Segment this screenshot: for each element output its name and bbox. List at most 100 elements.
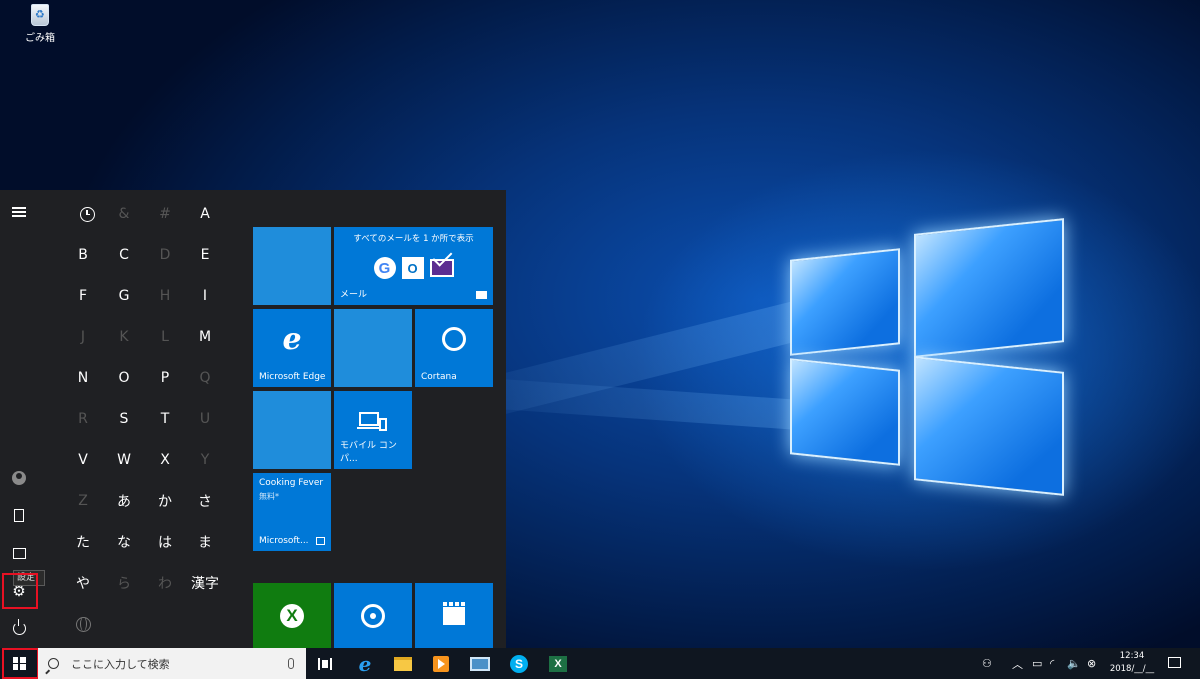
taskbar-search-box[interactable]: ここに入力して検索	[38, 648, 306, 679]
folder-icon	[394, 656, 412, 671]
task-view-button[interactable]	[306, 648, 344, 679]
letter-index-item: H	[159, 288, 171, 304]
cooking-tile-name: Cooking Fever	[259, 478, 324, 488]
envelope-icon	[429, 259, 454, 277]
tile-mail[interactable]: すべてのメールを 1 か所で表示 G O メール	[334, 227, 493, 305]
letter-index-item: R	[78, 411, 88, 427]
letter-index-item[interactable]: I	[185, 276, 225, 316]
google-icon: G	[373, 257, 396, 279]
taskbar-media-player[interactable]	[422, 648, 460, 679]
letter-index-item[interactable]: や	[63, 563, 103, 603]
clapperboard-icon	[443, 601, 465, 625]
taskbar-explorer[interactable]	[384, 648, 422, 679]
letter-index-item[interactable]: T	[145, 399, 185, 439]
mobile-tile-label: モバイル コンパ...	[340, 441, 397, 464]
pictures-button[interactable]	[0, 536, 38, 570]
letter-index-item[interactable]: F	[63, 276, 103, 316]
volume-icon: 🔈	[1067, 657, 1081, 670]
user-icon	[12, 471, 26, 485]
microphone-icon[interactable]	[288, 658, 294, 669]
account-button[interactable]	[0, 461, 38, 495]
show-hidden-icons[interactable]: ︿	[1012, 648, 1023, 679]
document-icon	[14, 508, 24, 522]
tile-blank-3[interactable]	[253, 391, 331, 469]
mail-tile-header: すべてのメールを 1 か所で表示	[353, 234, 474, 244]
tray-battery[interactable]: ▭	[1032, 648, 1042, 679]
search-placeholder: ここに入力して検索	[71, 657, 170, 671]
documents-button[interactable]	[0, 498, 38, 532]
letter-index-item: J	[80, 329, 86, 345]
letter-index-item: D	[159, 247, 171, 263]
taskbar-clock[interactable]: 12:34 2018/__/__	[1108, 650, 1156, 676]
media-player-icon	[433, 655, 449, 672]
letter-index-item[interactable]: A	[185, 194, 225, 234]
power-button[interactable]	[0, 611, 38, 645]
store-bag-icon	[316, 537, 325, 545]
letter-index-item[interactable]: か	[145, 481, 185, 521]
network-app-icon	[470, 656, 490, 671]
wifi-icon: ◜	[1050, 657, 1055, 670]
taskbar-skype[interactable]: S	[500, 648, 538, 679]
letter-index-item[interactable]: C	[104, 235, 144, 275]
expand-button[interactable]	[0, 195, 38, 229]
letter-index-item[interactable]: O	[104, 358, 144, 398]
picture-icon	[12, 547, 26, 559]
letter-index-item[interactable]: X	[145, 440, 185, 480]
action-center-icon[interactable]	[1168, 657, 1181, 668]
tile-mobile-companion[interactable]: モバイル コンパ...	[334, 391, 412, 469]
xbox-icon: X	[280, 603, 304, 628]
tile-cooking-fever[interactable]: Cooking Fever 無料* Microsoft...	[253, 473, 331, 551]
taskbar-excel[interactable]: X	[539, 648, 577, 679]
letter-index-item[interactable]: B	[63, 235, 103, 275]
letter-index-item[interactable]: ま	[185, 522, 225, 562]
letter-index-item: #	[159, 206, 171, 222]
tray-wifi[interactable]: ◜	[1050, 648, 1054, 679]
globe-icon	[75, 616, 91, 632]
power-icon	[12, 618, 26, 635]
cortana-icon	[442, 327, 466, 351]
letter-index-item[interactable]: は	[145, 522, 185, 562]
letter-index-item[interactable]: S	[104, 399, 144, 439]
tile-edge[interactable]: e Microsoft Edge	[253, 309, 331, 387]
recycle-bin-icon	[31, 4, 49, 26]
people-button[interactable]: ⚇	[982, 648, 992, 679]
tray-volume[interactable]: 🔈	[1067, 648, 1081, 679]
letter-index-item: Q	[199, 370, 211, 386]
tile-groove-music[interactable]	[334, 583, 412, 648]
clock-icon	[79, 206, 95, 222]
letter-index-item[interactable]: 漢字	[185, 563, 225, 603]
letter-index-item: L	[161, 329, 169, 345]
letter-globe[interactable]	[63, 604, 103, 644]
taskbar-ie[interactable]: e	[346, 648, 384, 679]
taskbar-network-app[interactable]	[461, 648, 499, 679]
letter-index-item[interactable]: M	[185, 317, 225, 357]
letter-index-item[interactable]: W	[104, 440, 144, 480]
letter-index-item: &	[118, 206, 130, 222]
start-menu: ⚙ 設定 & # A B C D E F G H I J K L M N O P Q R S T U V W X Y Z あかさたなはま…	[0, 190, 506, 648]
letter-index-item[interactable]: N	[63, 358, 103, 398]
tile-cortana[interactable]: Cortana	[415, 309, 493, 387]
cortana-tile-label: Cortana	[421, 372, 457, 382]
task-view-icon	[318, 657, 332, 670]
letter-index-item[interactable]: E	[185, 235, 225, 275]
clock-time: 12:34	[1119, 651, 1145, 661]
clock-date: 2018/__/__	[1109, 664, 1155, 674]
letter-index-item[interactable]: P	[145, 358, 185, 398]
letter-index-item[interactable]: V	[63, 440, 103, 480]
internet-explorer-icon: e	[358, 651, 372, 676]
letter-index-item: K	[119, 329, 129, 345]
letter-index-item[interactable]: あ	[104, 481, 144, 521]
skype-icon: S	[510, 654, 528, 673]
letter-index-item[interactable]: さ	[185, 481, 225, 521]
tile-blank-2[interactable]	[334, 309, 412, 387]
excel-icon: X	[549, 655, 567, 672]
windows-logo-graphic	[790, 208, 1070, 498]
letter-index-item[interactable]: た	[63, 522, 103, 562]
recycle-bin[interactable]: ごみ箱	[20, 4, 60, 44]
tile-movies-tv[interactable]	[415, 583, 493, 648]
tile-blank-1[interactable]	[253, 227, 331, 305]
letter-index-item[interactable]: な	[104, 522, 144, 562]
tile-xbox[interactable]: X	[253, 583, 331, 648]
letter-index-item[interactable]: G	[104, 276, 144, 316]
tray-ime-status[interactable]: ⊗	[1087, 648, 1096, 679]
